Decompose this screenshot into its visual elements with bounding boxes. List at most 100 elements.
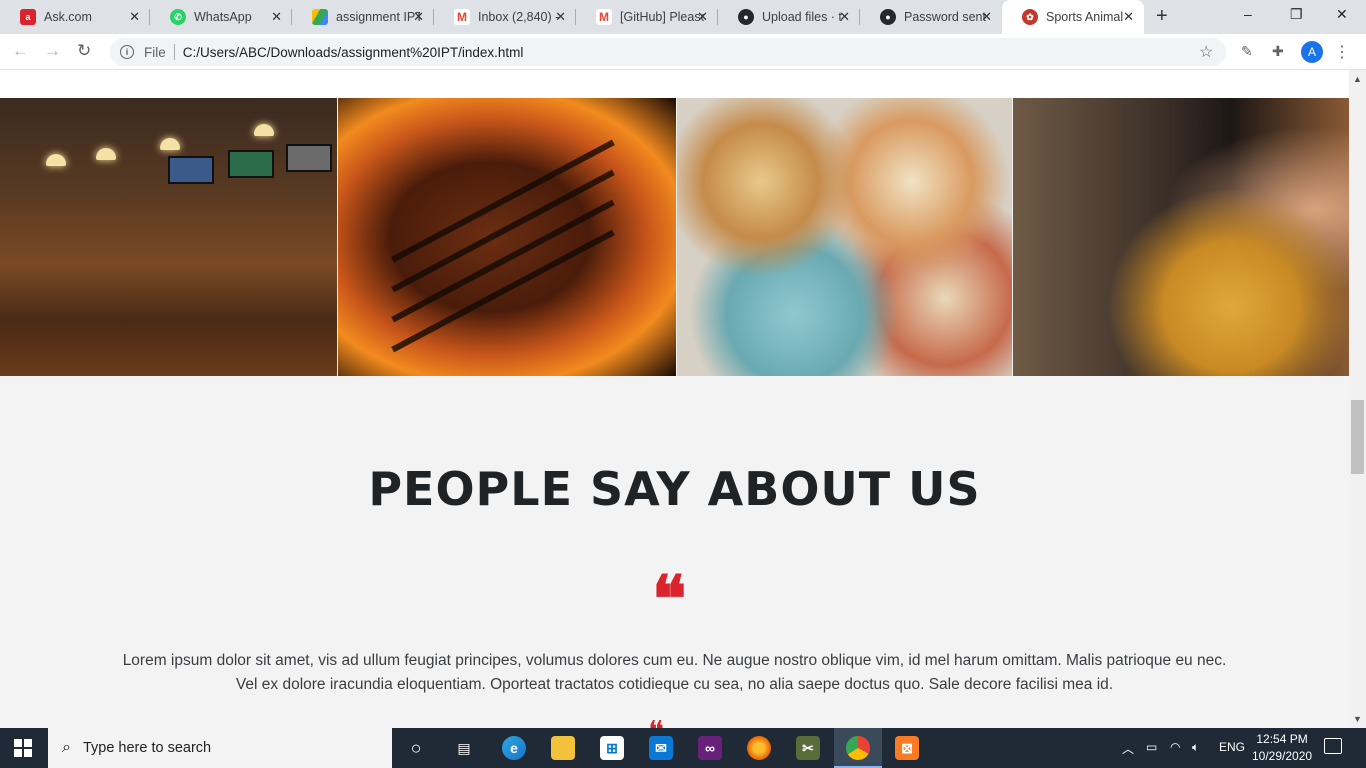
address-bar[interactable]: i File C:/Users/ABC/Downloads/assignment…: [110, 38, 1226, 66]
info-icon[interactable]: i: [120, 45, 134, 59]
back-arrow-icon[interactable]: ←: [12, 41, 29, 61]
tab-password-sent[interactable]: ● Password sent ✕: [860, 0, 1002, 34]
close-icon[interactable]: ✕: [555, 9, 566, 25]
close-icon[interactable]: ✕: [981, 9, 992, 25]
clock-date: 10/29/2020: [1252, 749, 1313, 763]
tools-icon[interactable]: ✂: [796, 736, 820, 760]
tv-shape: [286, 144, 332, 172]
tab-title: Ask.com: [44, 10, 92, 24]
bookmark-star-icon[interactable]: ☆: [1199, 42, 1213, 62]
wifi-icon[interactable]: ◠: [1170, 740, 1180, 754]
xampp-icon[interactable]: ⊠: [895, 736, 919, 760]
restore-icon[interactable]: ❐: [1290, 6, 1303, 23]
grill-mark: [390, 199, 615, 323]
photo-gallery: [0, 98, 1349, 376]
sports-animal-icon: ✿: [1022, 9, 1038, 25]
whatsapp-icon: ✆: [170, 9, 186, 25]
scroll-thumb[interactable]: [1351, 400, 1364, 474]
task-view-icon[interactable]: ▤: [452, 736, 476, 760]
taskbar-search[interactable]: ⌕ Type here to search: [48, 728, 392, 768]
page-scrollbar[interactable]: ▲ ▼: [1349, 70, 1366, 728]
grill-mark: [390, 229, 615, 353]
gmail-icon: M: [454, 9, 470, 25]
close-icon[interactable]: ✕: [129, 9, 140, 25]
visual-studio-icon[interactable]: ∞: [698, 736, 722, 760]
url-text[interactable]: C:/Users/ABC/Downloads/assignment%20IPT/…: [183, 45, 524, 60]
extension-tool-icon[interactable]: ✎: [1241, 43, 1253, 60]
testimonial-line-2: Vel ex dolore iracundia eloquentiam. Opo…: [235, 676, 1114, 693]
system-clock[interactable]: 12:54 PM 10/29/2020: [1252, 731, 1312, 765]
windows-start-icon[interactable]: [14, 739, 32, 757]
cortana-icon[interactable]: ○: [404, 736, 428, 760]
windows-taskbar: ⌕ Type here to search ○ ▤ e ⊞ ✉ ∞ ✂ ⊠ ︿ …: [0, 728, 1366, 768]
tv-shape: [168, 156, 214, 184]
file-explorer-icon[interactable]: [551, 736, 575, 760]
github-icon: ●: [880, 9, 896, 25]
steak-image: [337, 98, 676, 376]
forward-arrow-icon[interactable]: →: [44, 41, 61, 61]
google-drive-icon: [312, 9, 328, 25]
tab-strip: a Ask.com ✕ ✆ WhatsApp ✕ assignment IPT …: [0, 0, 1366, 34]
clock-time: 12:54 PM: [1256, 732, 1308, 746]
store-icon[interactable]: ⊞: [600, 736, 624, 760]
github-icon: ●: [738, 9, 754, 25]
page-viewport: PEOPLE SAY ABOUT US ❝ Lorem ipsum dolor …: [0, 70, 1349, 728]
chevron-up-icon[interactable]: ︿: [1122, 740, 1134, 757]
volume-icon[interactable]: 🔈︎: [1192, 740, 1199, 755]
sports-bar-image: [0, 98, 337, 376]
tab-github-please[interactable]: M [GitHub] Please ✕: [576, 0, 718, 34]
address-scheme: File: [144, 44, 166, 60]
reload-icon[interactable]: ↻: [77, 41, 91, 61]
close-icon[interactable]: ✕: [1123, 9, 1134, 25]
tab-inbox[interactable]: M Inbox (2,840) - ✕: [434, 0, 576, 34]
edge-icon[interactable]: e: [502, 736, 526, 760]
tab-title: assignment IPT: [336, 10, 420, 24]
notification-icon[interactable]: [1324, 738, 1342, 754]
close-icon[interactable]: ✕: [413, 9, 424, 25]
close-icon[interactable]: ✕: [839, 9, 850, 25]
tab-title: Upload files · t: [762, 10, 842, 24]
close-icon[interactable]: ✕: [271, 9, 282, 25]
grill-mark: [390, 139, 615, 263]
window-close-icon[interactable]: ✕: [1336, 6, 1348, 23]
grill-mark: [390, 169, 615, 293]
puzzle-icon[interactable]: ✚: [1272, 43, 1284, 60]
tab-ask[interactable]: a Ask.com ✕: [0, 0, 150, 34]
quote-icon: ❝: [652, 562, 687, 637]
quote-icon: ❝: [648, 718, 668, 728]
battery-icon[interactable]: ▭: [1146, 740, 1157, 754]
language-indicator[interactable]: ENG: [1219, 740, 1245, 754]
testimonial-text: Lorem ipsum dolor sit amet, vis ad ullum…: [0, 649, 1349, 697]
lamp-shape: [96, 148, 116, 160]
tab-title: Inbox (2,840) -: [478, 10, 560, 24]
browser-toolbar: ← → ↻ i File C:/Users/ABC/Downloads/assi…: [0, 34, 1366, 70]
search-placeholder: Type here to search: [82, 740, 212, 756]
kebab-menu-icon[interactable]: ⋮: [1334, 42, 1350, 62]
gmail-icon: M: [596, 9, 612, 25]
close-icon[interactable]: ✕: [697, 9, 708, 25]
firefox-icon[interactable]: [747, 736, 771, 760]
minimize-icon[interactable]: –: [1244, 6, 1252, 22]
tab-assignment[interactable]: assignment IPT ✕: [292, 0, 434, 34]
tab-whatsapp[interactable]: ✆ WhatsApp ✕: [150, 0, 292, 34]
chrome-icon[interactable]: [846, 736, 870, 760]
address-divider: [173, 44, 175, 60]
search-icon: ⌕: [62, 739, 71, 756]
new-tab-icon[interactable]: +: [1156, 5, 1168, 28]
food-platter-image: [676, 98, 1013, 376]
testimonial-heading: PEOPLE SAY ABOUT US: [368, 462, 981, 516]
ask-icon: a: [20, 9, 36, 25]
lamp-shape: [160, 138, 180, 150]
tv-shape: [228, 150, 274, 178]
scroll-up-icon[interactable]: ▲: [1353, 74, 1362, 84]
tab-upload-files[interactable]: ● Upload files · t ✕: [718, 0, 860, 34]
avatar[interactable]: A: [1301, 41, 1323, 63]
scroll-down-icon[interactable]: ▼: [1353, 714, 1362, 724]
tab-title: Sports Animal: [1046, 10, 1124, 24]
tab-title: Password sent: [904, 10, 986, 24]
mail-icon[interactable]: ✉: [649, 736, 673, 760]
tab-sports-animal[interactable]: ✿ Sports Animal ✕: [1002, 0, 1144, 34]
beer-tap-image: [1013, 98, 1349, 376]
tab-title: [GitHub] Please: [620, 10, 704, 24]
testimonial-line-1: Lorem ipsum dolor sit amet, vis ad ullum…: [122, 652, 1227, 669]
